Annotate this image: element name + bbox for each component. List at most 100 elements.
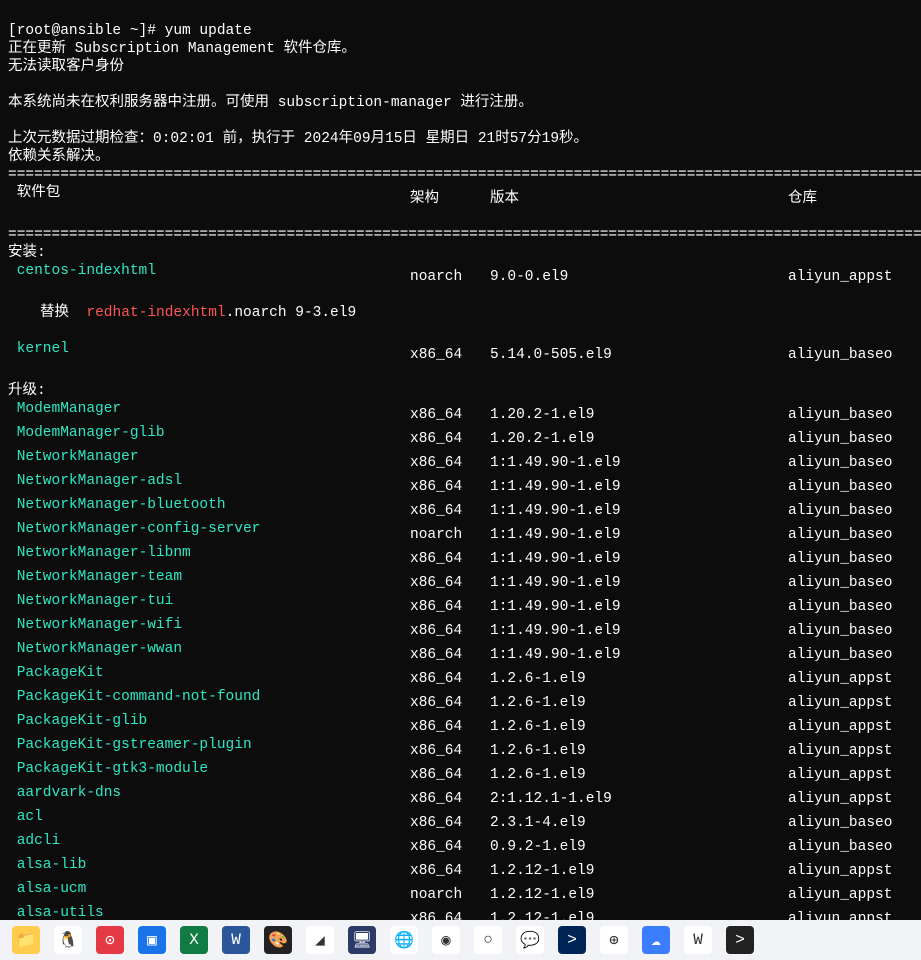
chrome-icon[interactable]: ○: [474, 926, 502, 954]
qq-icon[interactable]: 🐧: [54, 926, 82, 954]
package-name: NetworkManager-wwan: [8, 640, 410, 658]
red-app-icon[interactable]: ⊙: [96, 926, 124, 954]
package-row: NetworkManager-libnmx86_641:1.49.90-1.el…: [8, 544, 913, 568]
package-repo: aliyun_baseo: [788, 574, 908, 592]
edge-icon[interactable]: 🌐: [390, 926, 418, 954]
package-row: NetworkManager-wifix86_641:1.49.90-1.el9…: [8, 616, 913, 640]
package-repo: aliyun_baseo: [788, 838, 908, 856]
package-repo: aliyun_appst: [788, 268, 908, 286]
package-version: 1:1.49.90-1.el9: [490, 526, 788, 544]
package-repo: aliyun_appst: [788, 766, 908, 784]
package-name: PackageKit-glib: [8, 712, 410, 730]
package-row: centos-indexhtmlnoarch9.0-0.el9aliyun_ap…: [8, 262, 913, 286]
package-repo: aliyun_baseo: [788, 478, 908, 496]
package-arch: x86_64: [410, 550, 490, 568]
package-version: 1:1.49.90-1.el9: [490, 598, 788, 616]
dingtalk-icon[interactable]: ◢: [306, 926, 334, 954]
package-repo: aliyun_baseo: [788, 406, 908, 424]
picpick-icon[interactable]: 🎨: [264, 926, 292, 954]
terminal-output[interactable]: [root@ansible ~]# yum update 正在更新 Subscr…: [0, 0, 921, 934]
package-arch: x86_64: [410, 406, 490, 424]
package-row: PackageKit-gstreamer-pluginx86_641.2.6-1…: [8, 736, 913, 760]
package-repo: aliyun_appst: [788, 886, 908, 904]
package-name: NetworkManager-adsl: [8, 472, 410, 490]
package-row: PackageKit-gtk3-modulex86_641.2.6-1.el9a…: [8, 760, 913, 784]
package-row: NetworkManager-config-servernoarch1:1.49…: [8, 520, 913, 544]
package-arch: x86_64: [410, 694, 490, 712]
package-repo: aliyun_baseo: [788, 622, 908, 640]
package-name: NetworkManager: [8, 448, 410, 466]
package-arch: x86_64: [410, 478, 490, 496]
finalshell-icon[interactable]: 🖥: [348, 926, 376, 954]
package-version: 1.20.2-1.el9: [490, 430, 788, 448]
package-row: NetworkManager-bluetoothx86_641:1.49.90-…: [8, 496, 913, 520]
package-repo: aliyun_baseo: [788, 598, 908, 616]
package-repo: aliyun_baseo: [788, 346, 908, 364]
package-name: PackageKit: [8, 664, 410, 682]
package-repo: aliyun_appst: [788, 742, 908, 760]
package-repo: aliyun_appst: [788, 694, 908, 712]
package-name: centos-indexhtml: [8, 262, 410, 280]
package-name: alsa-ucm: [8, 880, 410, 898]
word-square-icon[interactable]: ▣: [138, 926, 166, 954]
package-name: ModemManager: [8, 400, 410, 418]
package-version: 1:1.49.90-1.el9: [490, 502, 788, 520]
divider: ========================================…: [8, 227, 921, 243]
package-version: 1.20.2-1.el9: [490, 406, 788, 424]
package-row: NetworkManager-adslx86_641:1.49.90-1.el9…: [8, 472, 913, 496]
output-line: 无法读取客户身份: [8, 59, 124, 75]
package-version: 1.2.6-1.el9: [490, 766, 788, 784]
package-version: 0.9.2-1.el9: [490, 838, 788, 856]
col-header-arch: 架构: [410, 190, 490, 208]
package-name: alsa-lib: [8, 856, 410, 874]
col-header-repo: 仓库: [788, 190, 908, 208]
package-arch: x86_64: [410, 718, 490, 736]
package-version: 1.2.12-1.el9: [490, 862, 788, 880]
package-row: NetworkManager-tuix86_641:1.49.90-1.el9a…: [8, 592, 913, 616]
package-version: 1:1.49.90-1.el9: [490, 550, 788, 568]
col-header-package: 软件包: [8, 184, 410, 202]
package-name: adcli: [8, 832, 410, 850]
package-arch: x86_64: [410, 814, 490, 832]
alidrive-icon[interactable]: ☁: [642, 926, 670, 954]
package-row: aardvark-dnsx86_642:1.12.1-1.el9aliyun_a…: [8, 784, 913, 808]
output-line: 本系统尚未在权利服务器中注册。可使用 subscription-manager …: [8, 95, 533, 111]
package-name: PackageKit-gtk3-module: [8, 760, 410, 778]
package-name: NetworkManager-libnm: [8, 544, 410, 562]
package-arch: x86_64: [410, 766, 490, 784]
wechat-icon[interactable]: 💬: [516, 926, 544, 954]
package-version: 5.14.0-505.el9: [490, 346, 788, 364]
shell-prompt: [root@ansible ~]# yum update: [8, 23, 252, 39]
package-repo: aliyun_baseo: [788, 646, 908, 664]
package-arch: x86_64: [410, 346, 490, 364]
package-repo: aliyun_appst: [788, 862, 908, 880]
package-name: acl: [8, 808, 410, 826]
package-name: PackageKit-gstreamer-plugin: [8, 736, 410, 754]
package-arch: x86_64: [410, 862, 490, 880]
windows-taskbar[interactable]: 📁🐧⊙▣XW🎨◢🖥🌐◉○💬>⊕☁W>: [0, 920, 921, 960]
file-explorer-icon[interactable]: 📁: [12, 926, 40, 954]
package-repo: aliyun_appst: [788, 670, 908, 688]
compass-icon[interactable]: ⊕: [600, 926, 628, 954]
package-row: kernelx86_645.14.0-505.el9aliyun_baseo: [8, 340, 913, 364]
package-row: alsa-libx86_641.2.12-1.el9aliyun_appst: [8, 856, 913, 880]
package-name: PackageKit-command-not-found: [8, 688, 410, 706]
package-row: NetworkManager-wwanx86_641:1.49.90-1.el9…: [8, 640, 913, 664]
output-line: 依赖关系解决。: [8, 149, 110, 165]
package-name: NetworkManager-team: [8, 568, 410, 586]
package-repo: aliyun_baseo: [788, 550, 908, 568]
package-arch: noarch: [410, 886, 490, 904]
package-name: NetworkManager-config-server: [8, 520, 410, 538]
powershell-icon[interactable]: >: [558, 926, 586, 954]
excel-icon[interactable]: X: [180, 926, 208, 954]
terminal-icon[interactable]: >: [726, 926, 754, 954]
package-name: kernel: [8, 340, 410, 358]
package-row: ModemManagerx86_641.20.2-1.el9aliyun_bas…: [8, 400, 913, 424]
package-row: NetworkManagerx86_641:1.49.90-1.el9aliyu…: [8, 448, 913, 472]
package-repo: aliyun_baseo: [788, 502, 908, 520]
wps-icon[interactable]: W: [684, 926, 712, 954]
package-version: 1:1.49.90-1.el9: [490, 622, 788, 640]
replace-line: 替换 redhat-indexhtml.noarch 9-3.el9: [8, 304, 913, 322]
swirl-icon[interactable]: ◉: [432, 926, 460, 954]
word-icon[interactable]: W: [222, 926, 250, 954]
